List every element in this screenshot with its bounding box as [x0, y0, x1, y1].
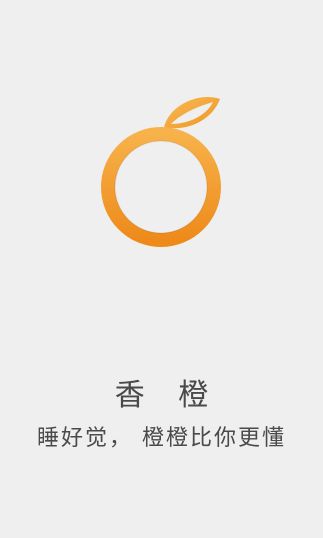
orange-icon: [101, 97, 221, 247]
splash-screen: 香 橙 睡好觉， 橙橙比你更懂: [0, 0, 323, 538]
app-name: 香 橙: [114, 378, 221, 413]
orange-ring: [101, 127, 221, 247]
tagline: 睡好觉， 橙橙比你更懂: [37, 426, 286, 451]
